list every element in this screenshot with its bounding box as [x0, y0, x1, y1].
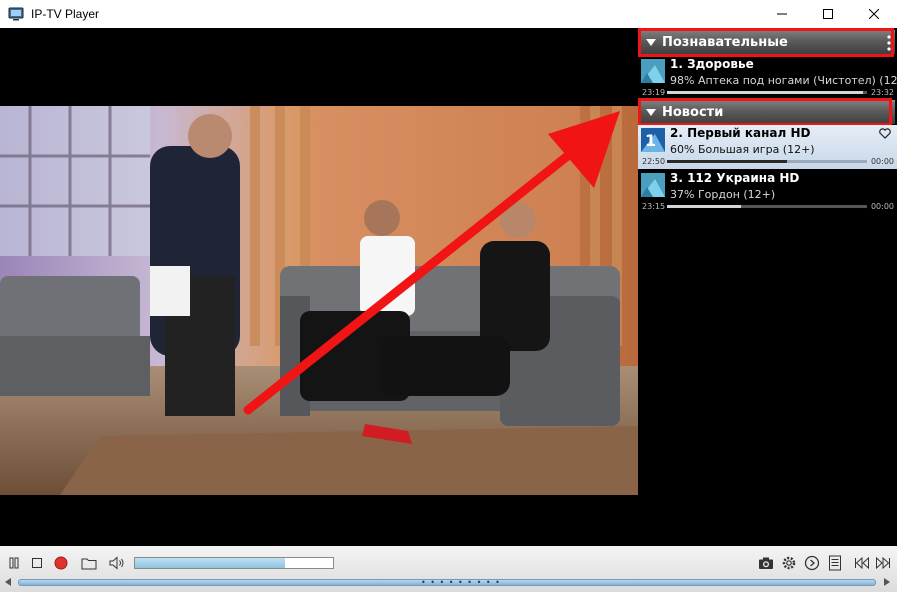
folder-icon	[81, 558, 97, 570]
program-start-time: 23:15	[642, 202, 666, 211]
volume-slider[interactable]	[134, 557, 334, 569]
timeline-seekbar[interactable]: • • • • • • • • •	[18, 579, 876, 587]
maximize-button[interactable]	[805, 0, 851, 28]
channel-logo-icon: 1	[641, 128, 665, 152]
minimize-button[interactable]	[759, 0, 805, 28]
group-header[interactable]: Познавательные	[640, 30, 895, 54]
seek-right-arrow-icon[interactable]	[884, 578, 890, 586]
channel-program: 98% Аптека под ногами (Чистотел) (12+)	[670, 74, 897, 87]
collapse-triangle-icon	[646, 109, 656, 116]
pause-icon	[9, 557, 19, 569]
clock-icon	[804, 555, 820, 571]
volume-icon	[109, 556, 124, 570]
program-start-time: 22:50	[642, 157, 666, 166]
channel-item[interactable]: 1 2. Первый канал HD 60% Большая игра (1…	[638, 125, 897, 169]
gear-icon	[782, 556, 796, 570]
arrow-annotation	[243, 111, 620, 415]
maximize-icon	[823, 9, 833, 19]
previous-channel-button[interactable]	[852, 553, 872, 573]
program-progress-fill	[667, 91, 863, 94]
channel-logo-icon	[641, 173, 665, 197]
volume-button[interactable]	[107, 553, 127, 573]
more-options-icon[interactable]	[887, 35, 891, 51]
channel-name: 2. Первый канал HD	[670, 126, 811, 140]
window-title: IP-TV Player	[31, 7, 100, 21]
svg-text:1: 1	[645, 131, 656, 150]
program-progress-bar	[667, 160, 867, 163]
next-channel-button[interactable]	[873, 553, 893, 573]
group-title: Новости	[662, 105, 724, 120]
next-icon	[876, 557, 890, 569]
seek-left-arrow-icon[interactable]	[5, 578, 11, 586]
favorite-heart-icon[interactable]	[879, 128, 891, 139]
channel-item[interactable]: 1. Здоровье 98% Аптека под ногами (Чисто…	[638, 56, 897, 100]
group-title: Познавательные	[662, 35, 788, 50]
settings-button[interactable]	[779, 553, 799, 573]
schedule-button[interactable]	[802, 553, 822, 573]
screenshot-button[interactable]	[756, 553, 776, 573]
collapse-triangle-icon	[646, 39, 656, 46]
program-end-time: 23:32	[870, 88, 894, 97]
channel-item[interactable]: 3. 112 Украина HD 37% Гордон (12+) 23:15…	[638, 170, 897, 214]
previous-icon	[855, 557, 869, 569]
channel-playlist: Познавательные 1. Здоровье 98% Аптека по…	[638, 28, 897, 546]
player-controls: • • • • • • • • •	[0, 546, 897, 592]
close-icon	[869, 9, 879, 19]
record-icon	[54, 556, 68, 570]
channel-program: 60% Большая игра (12+)	[670, 143, 815, 156]
close-button[interactable]	[851, 0, 897, 28]
tv-icon	[8, 7, 24, 21]
playlist-icon	[829, 555, 841, 571]
program-progress-bar	[667, 91, 867, 94]
program-progress-bar	[667, 205, 867, 208]
program-progress-fill	[667, 205, 741, 208]
stop-button[interactable]	[27, 553, 47, 573]
record-button[interactable]	[51, 553, 71, 573]
channel-name: 1. Здоровье	[670, 57, 754, 71]
playlist-button[interactable]	[825, 553, 845, 573]
volume-slider-fill	[135, 558, 286, 568]
title-bar: IP-TV Player	[0, 0, 897, 28]
program-end-time: 00:00	[870, 202, 894, 211]
group-header[interactable]: Новости	[640, 100, 895, 124]
channel-program: 37% Гордон (12+)	[670, 188, 776, 201]
seek-grip-icon[interactable]: • • • • • • • • •	[421, 579, 501, 587]
stop-icon	[32, 558, 42, 568]
pause-button[interactable]	[4, 553, 24, 573]
channel-logo-icon	[641, 59, 665, 83]
channel-name: 3. 112 Украина HD	[670, 171, 800, 185]
open-file-button[interactable]	[79, 553, 99, 573]
camera-icon	[759, 557, 773, 569]
program-end-time: 00:00	[870, 157, 894, 166]
program-progress-fill	[667, 160, 787, 163]
video-area[interactable]	[0, 28, 638, 546]
minimize-icon	[777, 13, 787, 15]
program-start-time: 23:19	[642, 88, 666, 97]
